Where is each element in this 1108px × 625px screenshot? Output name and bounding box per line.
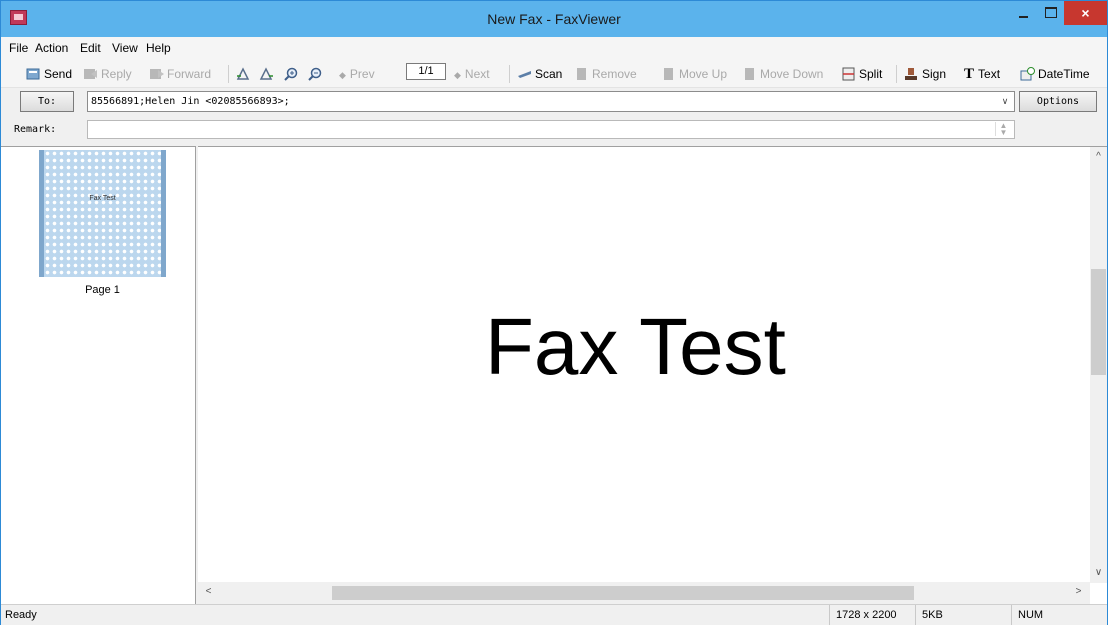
toolbar-separator [509,65,510,83]
move-up-icon [664,68,673,80]
split-button[interactable]: Split [841,64,882,84]
rotate-right-button[interactable] [259,64,277,84]
zoom-in-icon [284,67,298,81]
next-arrow-icon: ◆ [454,70,461,80]
split-label: Split [859,67,883,81]
forward-button[interactable]: Forward [149,64,211,84]
reply-label: Reply [101,67,132,81]
thumbnail-label: Page 1 [85,284,120,296]
title-bar: New Fax - FaxViewer × [1,1,1107,37]
datetime-icon [1020,67,1035,81]
datetime-label: DateTime [1038,67,1090,81]
vertical-scroll-thumb[interactable] [1091,269,1106,375]
thumbnail-preview-text: Fax Test [89,195,116,202]
reply-icon [84,69,97,79]
rotate-right-icon [259,67,273,80]
next-button[interactable]: ◆ Next [454,64,490,84]
zoom-in-button[interactable] [284,64,302,84]
sign-icon [905,68,917,80]
menu-help[interactable]: Help [144,40,173,56]
vertical-scrollbar[interactable]: ^ ∨ [1090,147,1107,583]
menu-bar: File Action Edit View Help [1,37,1107,59]
document-viewer[interactable]: Fax Test ^ ∨ < > [198,146,1107,604]
scroll-up-icon[interactable]: ^ [1090,151,1107,162]
forward-label: Forward [167,67,212,81]
menu-edit[interactable]: Edit [78,40,103,56]
prev-label: Prev [349,67,375,81]
remove-button[interactable]: Remove [574,64,637,84]
menu-file[interactable]: File [7,40,30,56]
scroll-down-icon[interactable]: ∨ [1090,567,1107,578]
page-thumbnail[interactable]: Fax Test [39,150,166,277]
scroll-left-icon[interactable]: < [200,586,217,597]
remark-label: Remark: [14,124,57,135]
toolbar: Send Reply Forward ◆ Prev ◆ Next Scan Re… [1,59,1107,88]
move-up-label: Move Up [679,67,728,81]
remove-label: Remove [592,67,637,81]
datetime-button[interactable]: DateTime [1020,64,1090,84]
zoom-out-button[interactable] [308,64,326,84]
rotate-left-icon [236,67,250,80]
document-text: Fax Test [485,302,786,391]
sign-button[interactable]: Sign [904,64,946,84]
move-down-label: Move Down [760,67,824,81]
text-tool-icon: T [964,66,975,82]
page-number-field[interactable]: 1/1 [406,63,446,80]
zoom-out-icon [308,67,322,81]
toolbar-separator [228,65,229,83]
send-icon [26,68,40,80]
move-down-icon [745,68,754,80]
scan-button[interactable]: Scan [517,64,562,84]
window-title: New Fax - FaxViewer [487,11,621,27]
remove-icon [577,68,586,80]
prev-button[interactable]: ◆ Prev [339,64,375,84]
horizontal-scroll-thumb[interactable] [332,586,914,600]
options-button[interactable]: Options [1019,91,1097,112]
remark-spinner-icon[interactable]: ▲ ▼ [995,122,1011,137]
to-field[interactable]: 85566891;Helen Jin <02085566893>; [87,91,1015,112]
forward-icon [150,69,164,79]
move-down-button[interactable]: Move Down [742,64,823,84]
menu-view[interactable]: View [110,40,140,56]
prev-arrow-icon: ◆ [339,70,346,80]
close-button[interactable]: × [1064,1,1107,25]
next-label: Next [464,67,490,81]
to-button[interactable]: To: [20,91,74,112]
scan-icon [518,71,531,78]
rotate-left-button[interactable] [236,64,254,84]
scroll-right-icon[interactable]: > [1070,586,1087,597]
reply-button[interactable]: Reply [83,64,132,84]
status-size: 5KB [915,605,1011,625]
send-button[interactable]: Send [26,64,72,84]
split-icon [842,67,855,81]
status-mode: NUM [1011,605,1091,625]
scan-label: Scan [535,67,563,81]
move-up-button[interactable]: Move Up [661,64,727,84]
text-button[interactable]: T Text [964,64,1000,84]
fax-viewer-window: New Fax - FaxViewer × File Action Edit V… [0,0,1108,625]
maximize-button[interactable] [1037,1,1063,25]
thumbnail-pane: Fax Test Page 1 [1,146,196,604]
sign-label: Sign [922,67,947,81]
menu-action[interactable]: Action [33,40,70,56]
minimize-button[interactable] [1010,1,1036,25]
send-label: Send [44,67,73,81]
horizontal-scrollbar[interactable]: < > [198,582,1090,604]
toolbar-separator [896,65,897,83]
status-dimensions: 1728 x 2200 [829,605,915,625]
chevron-down-icon[interactable]: ∨ [996,92,1014,111]
text-label: Text [978,67,1001,81]
remark-field[interactable] [87,120,1015,139]
status-state: Ready [5,609,37,621]
status-bar: Ready 1728 x 2200 5KB NUM [1,604,1107,625]
